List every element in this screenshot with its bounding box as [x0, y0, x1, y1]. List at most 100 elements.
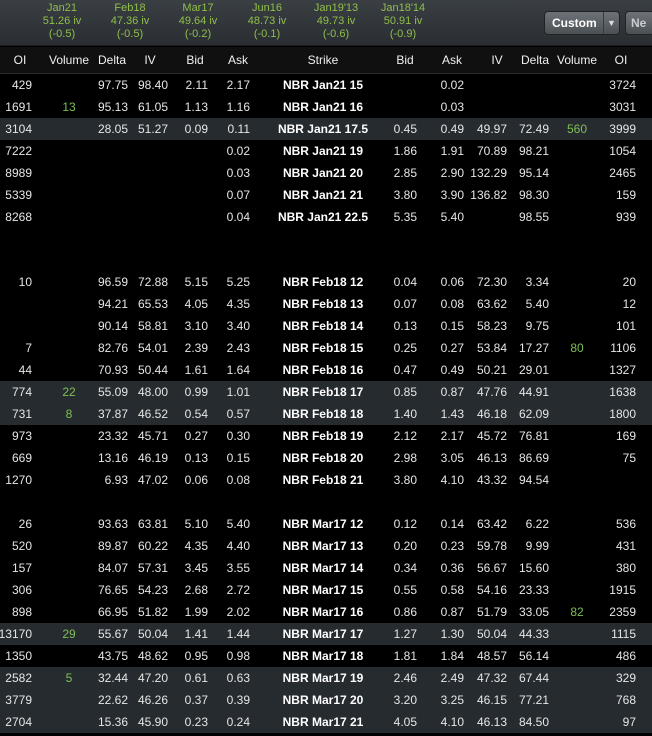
table-row[interactable]: 44 70.93 50.44 1.61 1.64 NBR Feb18 16 0.47 0.49… — [0, 359, 652, 381]
table-row[interactable]: 5339 0.07 NBR Jan21 21 3.80 3.90 136.82 98.30 1… — [0, 184, 652, 206]
table-row[interactable]: 2582 5 32.44 47.20 0.61 0.63 NBR Mar17 19 2.46 2… — [0, 667, 652, 689]
table-row[interactable]: 13170 29 55.67 50.04 1.41 1.44 NBR Mar17 17 1.2… — [0, 623, 652, 645]
cell-bid-put: 0.45 — [393, 122, 417, 136]
expiration-tab[interactable]: Jan18'14 50.91 iv (-0.9) — [361, 2, 445, 41]
cell-ask-put: 0.14 — [440, 517, 464, 531]
cell-ask-call: 0.11 — [227, 122, 250, 136]
next-button[interactable]: Ne — [625, 11, 652, 35]
cell-delta-call: 28.05 — [97, 122, 128, 136]
cell-iv-call: 45.71 — [137, 429, 168, 443]
cell-ask-put: 2.90 — [440, 166, 464, 180]
table-row[interactable]: 26 93.63 63.81 5.10 5.40 NBR Mar17 12 0.12 0.14… — [0, 513, 652, 535]
header-oi-put[interactable]: OI — [561, 53, 652, 67]
table-row[interactable]: 94.21 65.53 4.05 4.35 NBR Feb18 13 0.07 0.08 63… — [0, 293, 652, 315]
chevron-down-icon[interactable]: ▼ — [603, 12, 619, 34]
cell-strike: NBR Feb18 16 — [282, 363, 364, 377]
cell-bid-put: 0.12 — [393, 517, 417, 531]
cell-ask-call: 3.55 — [226, 561, 250, 575]
cell-iv-call: 48.00 — [137, 385, 168, 399]
cell-delta-put: 44.91 — [518, 385, 549, 399]
cell-strike: NBR Mar17 15 — [282, 583, 364, 597]
table-row[interactable]: 898 66.95 51.82 1.99 2.02 NBR Mar17 16 0.86 0.8… — [0, 601, 652, 623]
cell-bid-put: 1.81 — [393, 649, 417, 663]
table-row[interactable]: 2704 15.36 45.90 0.23 0.24 NBR Mar17 21 4.05 4.… — [0, 711, 652, 733]
table-row[interactable]: 429 97.75 98.40 2.11 2.17 NBR Jan21 15 0.02 372… — [0, 74, 652, 96]
cell-bid-call: 0.06 — [184, 473, 208, 487]
cell-delta-call: 84.07 — [97, 561, 128, 575]
cell-oi-put: 2359 — [609, 605, 636, 619]
cell-iv-put: 50.04 — [476, 627, 507, 641]
cell-delta-call: 55.67 — [97, 627, 128, 641]
custom-label: Custom — [552, 16, 597, 30]
cell-ask-call: 0.03 — [226, 166, 250, 180]
table-row[interactable]: 3104 28.05 51.27 0.09 0.11 NBR Jan21 17.5 0.45… — [0, 118, 652, 140]
cell-iv-call: 58.81 — [137, 319, 168, 333]
cell-strike: NBR Jan21 22.5 — [277, 210, 369, 224]
cell-delta-call: 13.16 — [97, 451, 128, 465]
cell-ask-call: 1.64 — [226, 363, 250, 377]
cell-delta-put: 29.01 — [518, 363, 549, 377]
cell-delta-put: 3.34 — [525, 275, 549, 289]
table-row[interactable]: 90.14 58.81 3.10 3.40 NBR Feb18 14 0.13 0.15 58… — [0, 315, 652, 337]
cell-delta-put: 9.99 — [525, 539, 549, 553]
cell-bid-call: 2.11 — [185, 78, 208, 92]
cell-iv-call: 63.81 — [137, 517, 168, 531]
table-row[interactable]: 306 76.65 54.23 2.68 2.72 NBR Mar17 15 0.55 0.5… — [0, 579, 652, 601]
cell-bid-put: 3.80 — [393, 188, 417, 202]
table-row[interactable]: 157 84.07 57.31 3.45 3.55 NBR Mar17 14 0.34 0.3… — [0, 557, 652, 579]
cell-ask-put: 0.27 — [440, 341, 464, 355]
cell-iv-call: 60.22 — [137, 539, 168, 553]
cell-iv-put: 46.13 — [476, 715, 507, 729]
cell-bid-call: 1.61 — [184, 363, 208, 377]
table-row[interactable]: 973 23.32 45.71 0.27 0.30 NBR Feb18 19 2.12 2.1… — [0, 425, 652, 447]
cell-ask-put: 4.10 — [440, 473, 464, 487]
table-row[interactable]: 8268 0.04 NBR Jan21 22.5 5.35 5.40 98.55 939 — [0, 206, 652, 228]
cell-oi-put: 1800 — [609, 407, 636, 421]
cell-oi-put: 169 — [615, 429, 636, 443]
cell-iv-call: 46.26 — [137, 693, 168, 707]
cell-iv-call: 50.04 — [137, 627, 168, 641]
table-row[interactable]: 520 89.87 60.22 4.35 4.40 NBR Mar17 13 0.20 0.2… — [0, 535, 652, 557]
cell-ask-put: 0.58 — [440, 583, 464, 597]
cell-oi-call: 973 — [11, 429, 32, 443]
cell-iv-put: 49.97 — [476, 122, 507, 136]
cell-ask-put: 1.30 — [440, 627, 464, 641]
table-row[interactable]: 1350 43.75 48.62 0.95 0.98 NBR Mar17 18 1.81 1.… — [0, 645, 652, 667]
cell-ask-put: 0.23 — [440, 539, 464, 553]
cell-delta-call: 93.63 — [97, 517, 128, 531]
table-row[interactable]: 7 82.76 54.01 2.39 2.43 NBR Feb18 15 0.25 0.27 5… — [0, 337, 652, 359]
table-row[interactable]: 10 96.59 72.88 5.15 5.25 NBR Feb18 12 0.04 0.06… — [0, 271, 652, 293]
table-row[interactable]: 669 13.16 46.19 0.13 0.15 NBR Feb18 20 2.98 3.0… — [0, 447, 652, 469]
cell-ask-put: 3.90 — [440, 188, 464, 202]
cell-ask-call: 4.40 — [226, 539, 250, 553]
expiration-name: Jan18'14 — [380, 2, 426, 14]
table-row[interactable]: 774 22 55.09 48.00 0.99 1.01 NBR Feb18 17 0.85 0… — [0, 381, 652, 403]
table-row[interactable]: 1270 6.93 47.02 0.06 0.08 NBR Feb18 21 3.80 4.1… — [0, 469, 652, 491]
cell-iv-put: 47.32 — [476, 671, 507, 685]
cell-delta-put: 98.30 — [518, 188, 549, 202]
cell-oi-call: 1350 — [5, 649, 32, 663]
cell-oi-put: 1106 — [610, 341, 636, 355]
cell-oi-put: 3724 — [609, 78, 636, 92]
cell-bid-call: 4.35 — [184, 539, 208, 553]
cell-ask-put: 0.49 — [440, 363, 464, 377]
cell-ask-put: 2.17 — [440, 429, 464, 443]
table-row[interactable]: 8989 0.03 NBR Jan21 20 2.85 2.90 132.29 95.14 2… — [0, 162, 652, 184]
cell-delta-call: 55.09 — [97, 385, 128, 399]
table-row[interactable]: 1691 13 95.13 61.05 1.13 1.16 NBR Jan21 16 0.03… — [0, 96, 652, 118]
table-row[interactable]: 3779 22.62 46.26 0.37 0.39 NBR Mar17 20 3.20 3.… — [0, 689, 652, 711]
cell-strike: NBR Jan21 20 — [282, 166, 364, 180]
cell-oi-call: 7 — [25, 341, 32, 355]
cell-ask-call: 0.24 — [226, 715, 250, 729]
cell-ask-call: 3.40 — [226, 319, 250, 333]
cell-ask-put: 3.05 — [440, 451, 464, 465]
cell-ask-call: 4.35 — [226, 297, 250, 311]
table-row[interactable]: 7222 0.02 NBR Jan21 19 1.86 1.91 70.89 98.21 10… — [0, 140, 652, 162]
cell-bid-put: 3.80 — [393, 473, 417, 487]
cell-oi-put: 97 — [622, 715, 636, 729]
table-row[interactable]: 731 8 37.87 46.52 0.54 0.57 NBR Feb18 18 1.40 1.… — [0, 403, 652, 425]
cell-bid-put: 0.55 — [393, 583, 417, 597]
cell-iv-put: 72.30 — [476, 275, 507, 289]
custom-dropdown-button[interactable]: Custom ▼ — [544, 11, 620, 35]
cell-ask-call: 0.39 — [226, 693, 250, 707]
